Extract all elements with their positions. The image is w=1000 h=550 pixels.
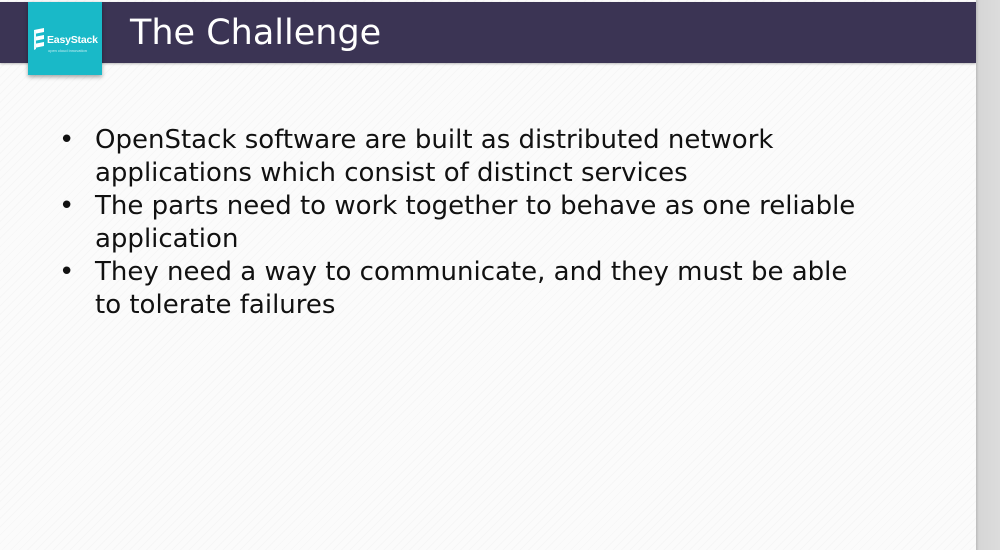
logo-name: EasyStack: [47, 34, 98, 46]
bullet-list: • OpenStack software are built as distri…: [0, 124, 976, 322]
logo: EasyStack open cloud innovation: [28, 2, 102, 75]
stacked-layers-logo-icon: [34, 28, 44, 50]
bullet-glyph: •: [59, 191, 75, 221]
page-title: The Challenge: [130, 13, 382, 53]
bullet-text-line: They need a way to communicate, and they…: [95, 257, 848, 287]
bullet-item: • They need a way to communicate, and th…: [0, 256, 976, 322]
window-edge: [976, 0, 1000, 550]
bullet-text-line: applications which consist of distinct s…: [95, 158, 688, 188]
title-bar: The Challenge: [0, 2, 976, 63]
bullet-text-line: OpenStack software are built as distribu…: [95, 125, 774, 155]
bullet-text-line: to tolerate failures: [95, 290, 336, 320]
bullet-glyph: •: [59, 257, 75, 287]
logo-tagline: open cloud innovation: [48, 48, 87, 53]
slide: The Challenge EasyStack open cloud innov…: [0, 0, 976, 550]
bullet-text-line: application: [95, 224, 239, 254]
bullet-glyph: •: [59, 125, 75, 155]
bullet-item: • OpenStack software are built as distri…: [0, 124, 976, 190]
bullet-text-line: The parts need to work together to behav…: [95, 191, 856, 221]
bullet-item: • The parts need to work together to beh…: [0, 190, 976, 256]
